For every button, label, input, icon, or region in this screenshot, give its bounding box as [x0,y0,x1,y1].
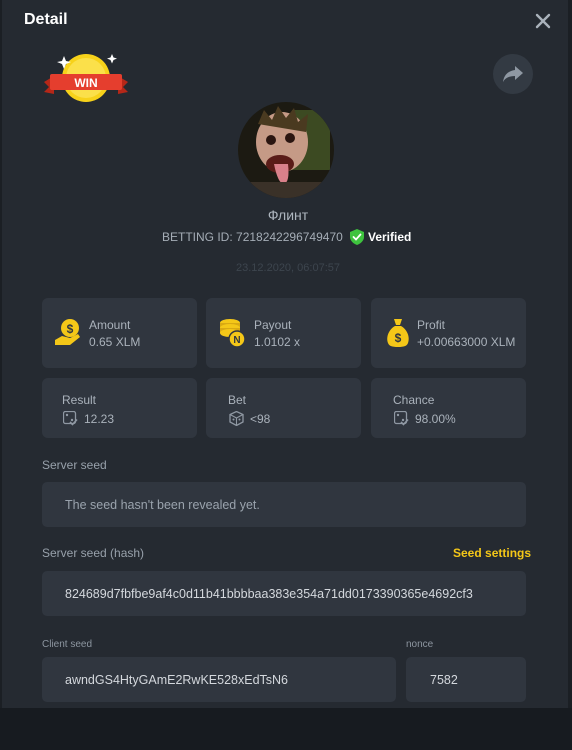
client-seed-field[interactable]: awndGS4HtyGAmE2RwKE528xEdTsN6 [42,657,396,702]
nonce-label: nonce [406,639,434,650]
username: Флинт [267,207,309,223]
dice-check-icon [394,411,409,426]
bet-card: Bet <98 [206,378,361,438]
nonce-field[interactable]: 7582 [406,657,526,702]
modal-title: Detail [24,11,68,28]
profit-value: +0.00663000 XLM [417,335,516,349]
profit-card: $ Profit +0.00663000 XLM [371,298,526,368]
server-seed-hash-field[interactable]: 824689d7fbfbe9af4c0d11b41bbbbaa383e354a7… [42,571,526,616]
payout-value: 1.0102 x [254,335,301,349]
coins-stack-icon: N [220,319,246,348]
win-badge-text: WIN [74,76,97,90]
detail-modal: Detail WIN Флинт BETTING ID: 72182422967… [2,0,568,708]
svg-text:$: $ [395,331,402,345]
bet-timestamp: 23.12.2020, 06:07:57 [236,262,340,274]
svg-text:N: N [233,335,240,346]
win-badge: WIN [44,48,128,106]
share-button[interactable] [493,54,533,94]
result-label: Result [62,393,97,407]
money-hand-icon: $ [55,319,80,345]
amount-value: 0.65 XLM [89,335,141,349]
payout-card: N Payout 1.0102 x [206,298,361,368]
seed-settings-link[interactable]: Seed settings [453,546,531,560]
dice-check-icon [63,411,78,426]
avatar [238,102,334,198]
betting-id: BETTING ID: 7218242296749470 [162,230,343,244]
server-seed-label: Server seed [42,458,107,472]
share-icon [503,66,523,82]
verified-badge: Verified [350,229,411,245]
profit-label: Profit [417,318,446,332]
server-seed-field: The seed hasn't been revealed yet. [42,482,526,527]
chance-label: Chance [393,393,435,407]
amount-label: Amount [89,318,131,332]
background-strip [0,708,572,750]
verified-label: Verified [368,230,412,244]
chance-card: Chance 98.00% [371,378,526,438]
dice-icon [229,411,244,426]
result-card: Result 12.23 [42,378,197,438]
betting-id-label: BETTING ID: [162,230,233,244]
amount-card: $ Amount 0.65 XLM [42,298,197,368]
betting-id-value: 7218242296749470 [236,230,343,244]
chance-value: 98.00% [415,412,456,426]
close-icon[interactable] [534,12,552,30]
bet-value: <98 [250,412,271,426]
money-bag-icon: $ [387,319,409,347]
client-seed-label: Client seed [42,639,93,650]
svg-text:$: $ [67,322,74,336]
bet-label: Bet [228,393,247,407]
payout-label: Payout [254,318,292,332]
result-value: 12.23 [84,412,115,426]
server-seed-hash-label: Server seed (hash) [42,546,145,560]
shield-check-icon [350,229,364,245]
